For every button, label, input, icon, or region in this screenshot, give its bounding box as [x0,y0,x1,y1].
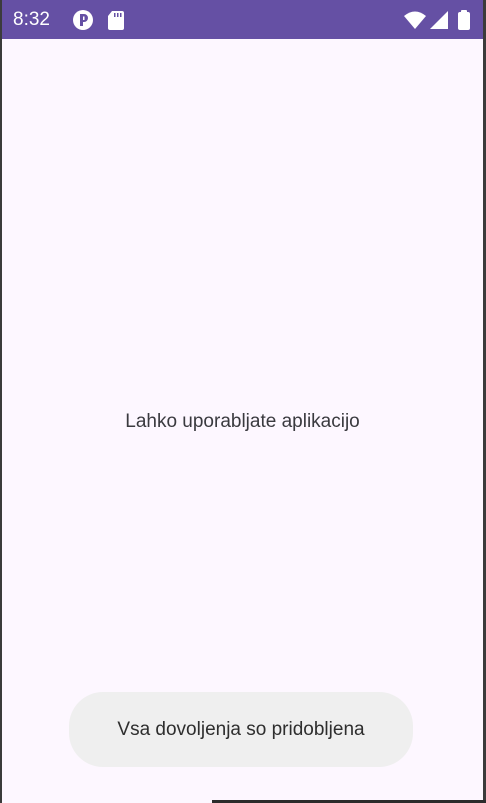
main-message: Lahko uporabljate aplikacijo [125,411,360,432]
main-content: Lahko uporabljate aplikacijo Vsa dovolje… [2,39,483,803]
status-bar: 8:32 [2,0,483,39]
sd-card-icon [106,8,126,32]
signal-icon [429,8,449,32]
app-screen: 8:32 Lahko uporabljate aplikacijo Vsa do… [2,0,483,803]
wifi-icon [403,8,427,32]
toast-message: Vsa dovoljenja so pridobljena [69,692,413,767]
battery-icon [457,8,471,32]
toast-text: Vsa dovoljenja so pridobljena [117,718,365,740]
status-time: 8:32 [13,9,50,30]
app-notification-icon [72,8,94,32]
